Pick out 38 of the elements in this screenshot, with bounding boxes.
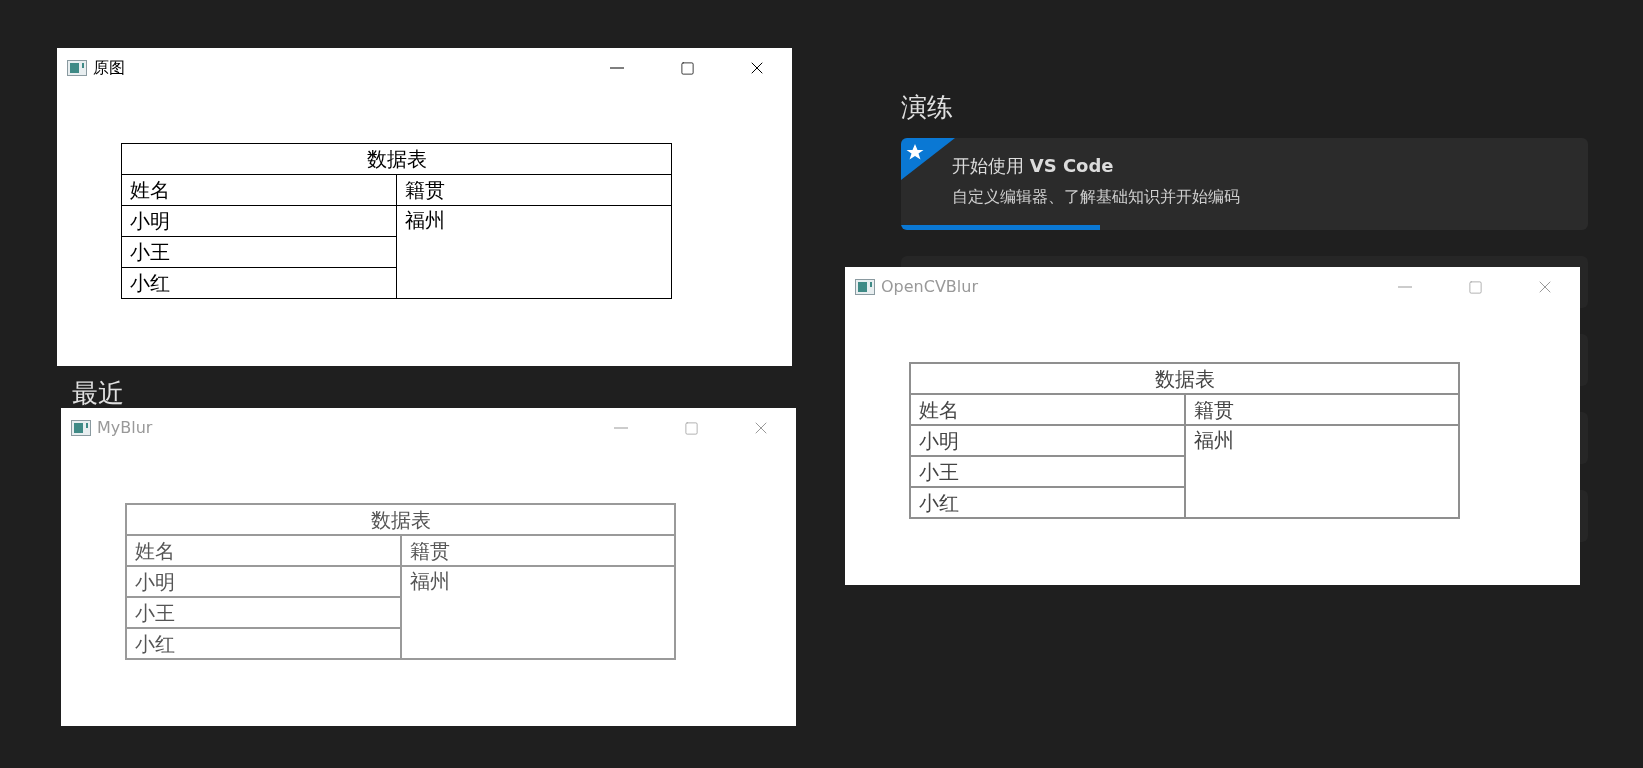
table-cell: 小红 [121, 267, 397, 299]
walkthrough-card[interactable]: 开始使用 VS Code 自定义编辑器、了解基础知识并开始编码 [901, 138, 1588, 230]
window-title: MyBlur [97, 417, 153, 439]
table-cell: 小明 [126, 566, 401, 597]
table-header: 籍贯 [400, 535, 675, 566]
minimize-icon [614, 427, 628, 429]
app-icon [67, 60, 87, 76]
table-cell: 小红 [126, 628, 401, 659]
table-cell: 小王 [121, 236, 397, 268]
table-header: 姓名 [126, 535, 401, 566]
table-cell: 小明 [121, 205, 397, 237]
table-header: 姓名 [910, 394, 1185, 425]
table-header: 姓名 [121, 174, 397, 206]
maximize-icon [1467, 279, 1483, 295]
table-cell: 小王 [126, 597, 401, 628]
recent-heading: 最近 [72, 377, 125, 410]
window-title: OpenCVBlur [881, 276, 978, 298]
table-cell: 福州 [1184, 425, 1459, 518]
table-cell: 小红 [910, 487, 1185, 518]
table-cell: 福州 [400, 566, 675, 659]
maximize-icon [683, 420, 699, 436]
walkthrough-title: 开始使用 VS Code [952, 154, 1114, 178]
table-cell: 福州 [396, 205, 672, 299]
section-heading: 演练 [901, 91, 954, 124]
table-cell: 小王 [910, 456, 1185, 487]
table-header: 籍贯 [1184, 394, 1459, 425]
table-caption: 数据表 [121, 143, 672, 175]
app-icon [855, 279, 875, 295]
walkthrough-description: 自定义编辑器、了解基础知识并开始编码 [952, 186, 1240, 208]
table-cell: 小明 [910, 425, 1185, 456]
minimize-icon [1398, 286, 1412, 288]
window-title: 原图 [93, 57, 125, 79]
app-icon [71, 420, 91, 436]
table-header: 籍贯 [396, 174, 672, 206]
table-caption: 数据表 [126, 504, 675, 535]
minimize-icon [610, 67, 624, 69]
maximize-icon [679, 60, 695, 76]
table-caption: 数据表 [910, 363, 1459, 394]
